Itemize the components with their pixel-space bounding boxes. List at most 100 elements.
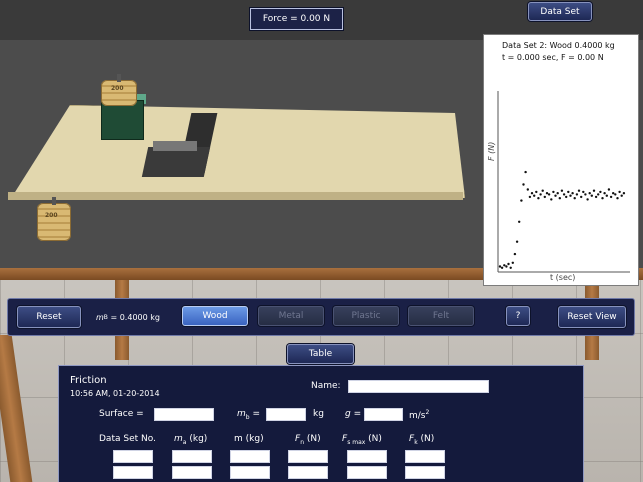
help-button[interactable]: ?: [506, 306, 530, 326]
cell-dataset-2[interactable]: [113, 466, 153, 479]
data-point: [562, 193, 566, 196]
mass-symbol: m: [96, 312, 104, 322]
cell-fn-2[interactable]: [288, 466, 328, 479]
mass-subscript: B: [103, 313, 108, 321]
data-point: [609, 195, 613, 199]
cell-fk-2[interactable]: [405, 466, 445, 479]
data-point: [550, 198, 553, 201]
data-point: [528, 195, 532, 199]
data-point: [524, 170, 527, 174]
data-point: [515, 240, 519, 243]
data-point: [567, 190, 570, 194]
cell-fn-1[interactable]: [288, 450, 328, 463]
data-point: [571, 192, 574, 195]
block-mass-readout: mB = 0.4000 kg: [96, 309, 176, 325]
data-table-panel: Friction 10:56 AM, 01-20-2014 Name: Surf…: [58, 365, 584, 482]
cell-fsmax-2[interactable]: [347, 466, 387, 479]
data-point: [552, 190, 555, 194]
data-point: [586, 198, 589, 201]
data-point: [622, 192, 626, 195]
data-point: [565, 195, 568, 199]
weight-hook: [117, 74, 121, 82]
data-point: [603, 192, 606, 195]
mb-field[interactable]: [266, 408, 306, 421]
data-point: [607, 188, 611, 191]
data-point: [498, 265, 502, 268]
table-title: Friction: [70, 375, 107, 386]
table-tab-button[interactable]: Table: [287, 344, 354, 364]
data-point: [537, 197, 540, 200]
g-field[interactable]: [364, 408, 403, 421]
sensor-base: [141, 147, 211, 177]
cell-dataset-1[interactable]: [113, 450, 153, 463]
data-point: [580, 195, 583, 199]
data-point: [618, 190, 621, 194]
g-unit-exp: 2: [425, 409, 430, 416]
surface-wood-button[interactable]: Wood: [182, 306, 248, 326]
cell-fsmax-1[interactable]: [347, 450, 387, 463]
col-header-m: m (kg): [234, 434, 264, 444]
data-point: [575, 193, 579, 196]
data-point: [597, 193, 600, 196]
data-point: [518, 220, 521, 223]
weight-on-block[interactable]: [101, 80, 137, 106]
data-point: [522, 183, 525, 186]
data-point: [590, 194, 593, 197]
reset-view-button[interactable]: Reset View: [558, 306, 626, 328]
name-label: Name:: [311, 381, 341, 391]
table-timestamp: 10:56 AM, 01-20-2014: [70, 389, 160, 398]
g-label: g =: [345, 409, 362, 419]
col-fn-unit: (N): [306, 434, 321, 444]
data-point: [560, 189, 564, 192]
col-ma-unit: (kg): [189, 434, 208, 444]
cell-ma-1[interactable]: [172, 450, 212, 463]
data-point: [535, 190, 538, 194]
surface-plastic-button[interactable]: Plastic: [333, 306, 399, 326]
sliding-block[interactable]: [101, 100, 144, 140]
data-point: [569, 194, 572, 197]
col-fsmax-unit: (N): [368, 434, 382, 444]
cell-ma-2[interactable]: [172, 466, 212, 479]
mb-equals: =: [252, 409, 261, 419]
friction-board[interactable]: [10, 105, 465, 200]
name-field[interactable]: [348, 380, 489, 393]
data-point: [558, 197, 561, 200]
data-point: [539, 193, 542, 196]
col-fk-subscript: k: [414, 438, 418, 446]
cell-fk-1[interactable]: [405, 450, 445, 463]
graph-plot-area: F (N) t (sec): [487, 91, 630, 282]
data-point: [511, 261, 514, 264]
force-sensor[interactable]: [141, 113, 218, 179]
cell-m-1[interactable]: [230, 450, 270, 463]
data-point: [526, 188, 529, 191]
weight-hook: [52, 197, 56, 205]
data-point: [599, 190, 602, 194]
col-ma-symbol: m: [174, 434, 183, 444]
data-point: [509, 266, 512, 269]
data-point: [588, 192, 591, 195]
friction-board-edge: [8, 192, 463, 200]
data-point: [605, 194, 608, 197]
data-point: [577, 189, 581, 192]
graph-y-label: F (N): [487, 142, 496, 161]
data-point: [582, 190, 585, 194]
data-point: [614, 193, 617, 196]
col-fk-unit: (N): [420, 434, 435, 444]
surface-felt-button[interactable]: Felt: [408, 306, 474, 326]
col-header-fn: Fn (N): [295, 434, 321, 446]
col-fsmax-subscript: s max: [347, 438, 366, 446]
g-unit: m/s2: [409, 409, 429, 421]
surface-field[interactable]: [154, 408, 214, 421]
reset-button[interactable]: Reset: [17, 306, 81, 328]
data-point: [507, 262, 510, 266]
mb-symbol: m: [237, 409, 246, 419]
data-points: [498, 170, 626, 269]
col-ma-subscript: a: [182, 438, 187, 446]
weight-on-floor[interactable]: [37, 203, 71, 241]
cell-m-2[interactable]: [230, 466, 270, 479]
surface-metal-button[interactable]: Metal: [258, 306, 324, 326]
surface-label: Surface =: [99, 409, 144, 419]
data-set-button[interactable]: Data Set: [528, 2, 592, 21]
data-point: [592, 189, 596, 192]
data-point: [547, 193, 551, 196]
